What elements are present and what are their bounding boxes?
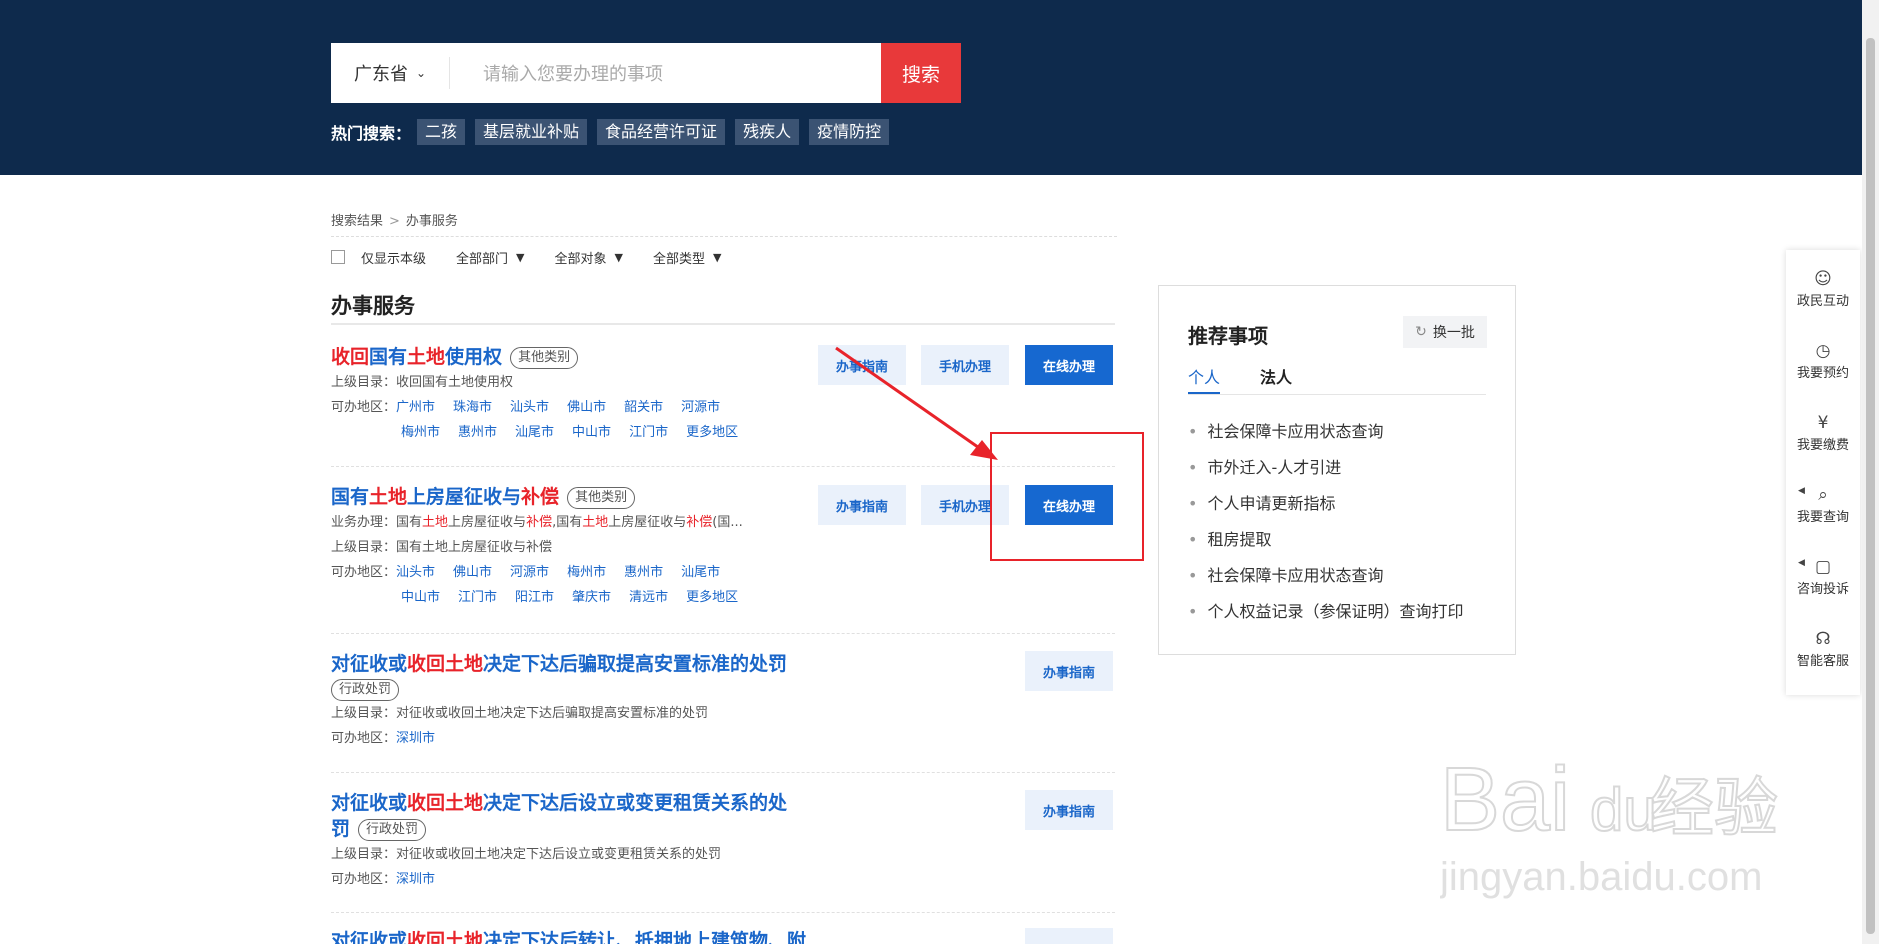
list-item[interactable]: • 社会保障卡应用状态查询 [1188, 414, 1463, 450]
list-item[interactable]: • 租房提取 [1188, 522, 1463, 558]
svg-text:jingyan.baidu.com: jingyan.baidu.com [1440, 855, 1762, 899]
list-item[interactable]: • 个人申请更新指标 [1188, 486, 1463, 522]
svg-text:经验: 经验 [1650, 772, 1778, 846]
annotation-arrow [835, 346, 986, 454]
recommend-panel: 推荐事项 ↻ 换一批 个人 法人 • 社会保障卡应用状态查询 • 市外迁入-人才引进 … [1158, 285, 1516, 655]
sidebar-item-query[interactable]: ◀ ⌕ 我要查询 [1786, 484, 1860, 525]
sidebar-item-appointment[interactable]: ◷ 我要预约 [1786, 340, 1860, 381]
refresh-label: 换一批 [1432, 325, 1475, 341]
sidebar-item-interaction[interactable]: ☺ 政民互动 [1786, 268, 1860, 309]
watermark-logo: Bai du 经验 jingyan.baidu.com [1440, 749, 1779, 899]
list-item[interactable]: • 个人权益记录（参保证明）查询打印 [1188, 594, 1463, 630]
yuan-icon: ¥ [1817, 413, 1829, 433]
tab-personal[interactable]: 个人 [1188, 364, 1221, 394]
svg-text:du: du [1590, 776, 1657, 843]
chat-icon: ☺ [1814, 269, 1832, 289]
recommend-title: 推荐事项 [1188, 324, 1268, 348]
floating-sidebar: ☺ 政民互动 ◷ 我要预约 ¥ 我要缴费 ◀ ⌕ 我要查询 ◀ ▢ 咨询投诉 ☊ 智能客服 [1786, 250, 1860, 695]
svg-text:Bai: Bai [1440, 750, 1570, 850]
sidebar-item-complaint[interactable]: ◀ ▢ 咨询投诉 [1786, 556, 1860, 597]
recommend-list: • 社会保障卡应用状态查询 • 市外迁入-人才引进 • 个人申请更新指标 • 租房提取 … [1188, 414, 1463, 630]
watermark: Bai du 经验 jingyan.baidu.com [1440, 740, 1800, 910]
list-item[interactable]: • 社会保障卡应用状态查询 [1188, 558, 1463, 594]
tab-legal-person[interactable]: 法人 [1260, 364, 1292, 388]
recommend-tabs: 个人 法人 [1188, 364, 1486, 395]
refresh-icon: ↻ [1415, 324, 1427, 340]
annotation-box [990, 432, 1144, 561]
headset-icon: ☊ [1815, 629, 1831, 649]
sidebar-item-support[interactable]: ☊ 智能客服 [1786, 628, 1860, 669]
refresh-button[interactable]: ↻ 换一批 [1403, 316, 1487, 348]
scrollbar-thumb[interactable] [1866, 38, 1875, 934]
scrollbar[interactable] [1862, 0, 1879, 944]
list-item[interactable]: • 市外迁入-人才引进 [1188, 450, 1463, 486]
sidebar-item-payment[interactable]: ¥ 我要缴费 [1786, 412, 1860, 453]
clock-icon: ◷ [1815, 341, 1831, 361]
